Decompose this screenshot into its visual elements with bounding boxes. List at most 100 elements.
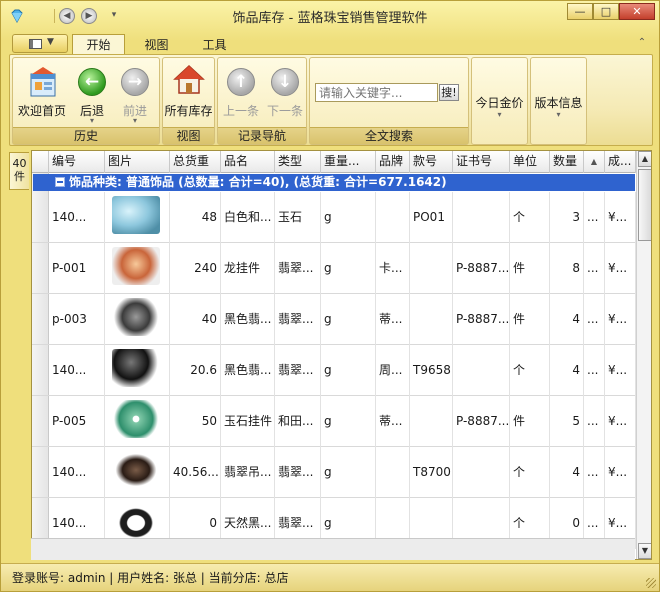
cell-brand[interactable] [376,447,410,498]
next-record-button[interactable]: ↓ 下一条 [264,60,306,126]
table-row[interactable]: 140... 48 白色和... 玉石 g PO01 个 3... ¥... [32,192,636,243]
cell-type[interactable]: 玉石 [275,192,321,243]
cell-cost[interactable]: ¥... [605,345,636,396]
cell-style[interactable]: PO01 [410,192,453,243]
column-header-name[interactable]: 品名 [221,151,275,173]
cell-cert[interactable] [453,192,510,243]
cell-cost[interactable]: ¥... [605,447,636,498]
cell-unit[interactable]: 个 [510,345,550,396]
table-row[interactable]: P-005 50 玉石挂件 和田... g 蒂... P-8887... 件 5... ¥... [32,396,636,447]
cell-id[interactable]: P-005 [49,396,105,447]
ribbon-collapse-icon[interactable]: ⌃ [635,37,649,51]
version-button[interactable]: 版本信息 ▾ [531,90,586,130]
cell-weight-unit[interactable]: g [321,396,376,447]
cell-cost[interactable]: ¥... [605,294,636,345]
side-count-tab[interactable]: 40件 [9,152,29,190]
cell-name[interactable]: 白色和... [221,192,275,243]
cell-id[interactable]: 140... [49,345,105,396]
group-row-ordinary-jewelry[interactable]: 饰品种类: 普通饰品 (总数量: 合计=40), (总货重: 合计=677.16… [33,174,635,191]
column-header-cost[interactable]: 成... [605,151,636,173]
cell-unit[interactable]: 个 [510,447,550,498]
table-row[interactable]: P-001 240 龙挂件 翡翠... g 卡... P-8887... 件 8... ¥... [32,243,636,294]
cell-brand[interactable] [376,192,410,243]
search-input[interactable] [316,84,437,101]
cell-name[interactable]: 翡翠吊... [221,447,275,498]
cell-type[interactable]: 翡翠... [275,345,321,396]
cell-weight-unit[interactable]: g [321,447,376,498]
cell-brand[interactable]: 卡... [376,243,410,294]
cell-cert[interactable]: P-8887... [453,294,510,345]
cell-name[interactable]: 黑色翡... [221,294,275,345]
cell-unit[interactable]: 件 [510,396,550,447]
cell-total-weight[interactable]: 240 [170,243,221,294]
search-field[interactable] [315,83,438,102]
cell-type[interactable]: 和田... [275,396,321,447]
cell-id[interactable]: 140... [49,192,105,243]
cell-quantity[interactable]: 4 [550,345,584,396]
cell-quantity[interactable]: 4 [550,294,584,345]
cell-id[interactable]: 140... [49,447,105,498]
home-button[interactable]: 欢迎首页 [15,60,69,126]
cell-image[interactable] [105,243,170,294]
cell-cert[interactable]: P-8887... [453,243,510,294]
cell-extra[interactable]: ... [584,192,605,243]
cell-brand[interactable]: 蒂... [376,396,410,447]
cell-weight-unit[interactable]: g [321,294,376,345]
cell-image[interactable] [105,192,170,243]
cell-type[interactable]: 翡翠... [275,243,321,294]
cell-cert[interactable]: P-8887... [453,396,510,447]
tab-start[interactable]: 开始 [72,34,125,56]
cell-cost[interactable]: ¥... [605,192,636,243]
cell-id[interactable]: P-001 [49,243,105,294]
cell-extra[interactable]: ... [584,345,605,396]
cell-extra[interactable]: ... [584,396,605,447]
cell-cost[interactable]: ¥... [605,243,636,294]
column-header-id[interactable]: 编号 [49,151,105,173]
cell-weight-unit[interactable]: g [321,192,376,243]
cell-quantity[interactable]: 4 [550,447,584,498]
minimize-button[interactable]: — [567,3,593,20]
column-header-weight-unit[interactable]: 重量... [321,151,376,173]
vertical-scrollbar[interactable]: ▲ ▼ [636,151,651,559]
prev-record-button[interactable]: ↑ 上一条 [220,60,262,126]
scroll-up-icon[interactable]: ▲ [638,151,651,167]
cell-name[interactable]: 龙挂件 [221,243,275,294]
cell-type[interactable]: 翡翠... [275,294,321,345]
cell-style[interactable]: T8700 [410,447,453,498]
all-stock-button[interactable]: 所有库存 [163,60,214,126]
cell-image[interactable] [105,345,170,396]
column-header-cert[interactable]: 证书号 [453,151,510,173]
resize-grip-icon[interactable] [646,578,656,588]
cell-unit[interactable]: 件 [510,243,550,294]
cell-cert[interactable] [453,447,510,498]
cell-image[interactable] [105,294,170,345]
collapse-toggle-icon[interactable] [55,177,65,187]
cell-total-weight[interactable]: 50 [170,396,221,447]
cell-image[interactable] [105,396,170,447]
column-header-type[interactable]: 类型 [275,151,321,173]
column-header-total-weight[interactable]: 总货重 [170,151,221,173]
cell-quantity[interactable]: 3 [550,192,584,243]
column-header-unit[interactable]: 单位 [510,151,550,173]
forward-button[interactable]: → 前进 ▾ [115,60,155,126]
cell-total-weight[interactable]: 40.56... [170,447,221,498]
cell-extra[interactable]: ... [584,447,605,498]
cell-total-weight[interactable]: 40 [170,294,221,345]
sort-ascending-icon[interactable]: ▲ [584,151,605,173]
cell-brand[interactable]: 周... [376,345,410,396]
cell-total-weight[interactable]: 48 [170,192,221,243]
cell-quantity[interactable]: 5 [550,396,584,447]
scroll-down-icon[interactable]: ▼ [638,543,651,559]
table-row[interactable]: p-003 40 黑色翡... 翡翠... g 蒂... P-8887... 件 4... ¥..… [32,294,636,345]
tab-tools[interactable]: 工具 [188,34,241,55]
gold-price-button[interactable]: 今日金价 ▾ [472,90,527,130]
column-header-style[interactable]: 款号 [410,151,453,173]
cell-style[interactable] [410,396,453,447]
cell-extra[interactable]: ... [584,243,605,294]
cell-style[interactable] [410,294,453,345]
cell-type[interactable]: 翡翠... [275,447,321,498]
cell-id[interactable]: p-003 [49,294,105,345]
cell-image[interactable] [105,447,170,498]
cell-quantity[interactable]: 8 [550,243,584,294]
column-header-brand[interactable]: 品牌 [376,151,410,173]
